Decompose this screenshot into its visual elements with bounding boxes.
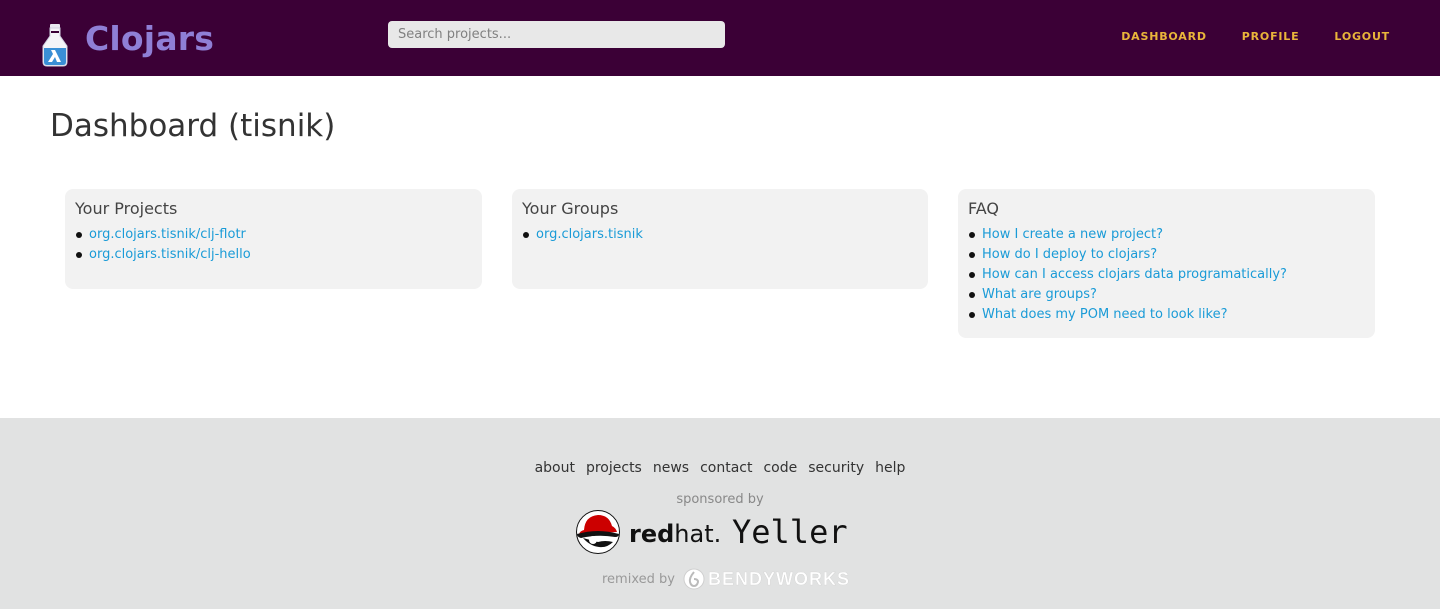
- footer-link-about[interactable]: about: [535, 460, 575, 476]
- clojars-flask-icon: [42, 24, 68, 67]
- panel-heading-projects: Your Projects: [75, 199, 178, 218]
- group-link[interactable]: org.clojars.tisnik: [536, 225, 643, 245]
- panel-heading-faq: FAQ: [968, 199, 999, 218]
- search-input[interactable]: [388, 21, 725, 48]
- list-item: org.clojars.tisnik/clj-flotr: [75, 225, 472, 245]
- main-nav: DASHBOARD PROFILE LOGOUT: [1121, 30, 1390, 43]
- remixed-by-label: remixed by: [602, 571, 675, 587]
- panel-heading-groups: Your Groups: [522, 199, 619, 218]
- redhat-wordmark-regular: hat.: [674, 520, 722, 548]
- page-title: Dashboard (tisnik): [50, 108, 336, 144]
- redhat-wordmark[interactable]: redhat.: [629, 520, 721, 548]
- sponsored-by-label: sponsored by: [676, 492, 764, 507]
- nav-logout-link[interactable]: LOGOUT: [1334, 30, 1390, 43]
- list-item: What does my POM need to look like?: [968, 305, 1365, 325]
- projects-list: org.clojars.tisnik/clj-flotr org.clojars…: [75, 225, 472, 265]
- bendyworks-wordmark: BENDYWORKS: [707, 568, 850, 589]
- home-logo-link[interactable]: Clojars: [40, 19, 214, 68]
- list-item: What are groups?: [968, 285, 1365, 305]
- list-item: org.clojars.tisnik: [522, 225, 918, 245]
- redhat-shadowman-icon[interactable]: [575, 510, 621, 554]
- project-link[interactable]: org.clojars.tisnik/clj-flotr: [89, 225, 246, 245]
- bendyworks-logo-link[interactable]: BENDYWORKS: [683, 568, 850, 590]
- bullet-icon: [523, 232, 529, 238]
- redhat-wordmark-bold: red: [629, 520, 675, 548]
- footer-link-projects[interactable]: projects: [586, 460, 642, 476]
- faq-link[interactable]: How I create a new project?: [982, 225, 1163, 245]
- list-item: How I create a new project?: [968, 225, 1365, 245]
- brand-name[interactable]: Clojars: [85, 19, 214, 58]
- footer-link-contact[interactable]: contact: [700, 460, 752, 476]
- sponsor-logos: redhat. Yeller: [575, 510, 865, 556]
- footer-link-news[interactable]: news: [653, 460, 689, 476]
- your-groups-panel: Your Groups org.clojars.tisnik: [512, 189, 928, 289]
- nav-profile-link[interactable]: PROFILE: [1242, 30, 1300, 43]
- bullet-icon: [969, 252, 975, 258]
- page-footer: about projects news contact code securit…: [0, 418, 1440, 609]
- bullet-icon: [76, 232, 82, 238]
- nav-dashboard-link[interactable]: DASHBOARD: [1121, 30, 1207, 43]
- faq-link[interactable]: What does my POM need to look like?: [982, 305, 1227, 325]
- remixed-by: remixed by BENDYWORKS: [602, 568, 850, 590]
- list-item: How do I deploy to clojars?: [968, 245, 1365, 265]
- bendyworks-drop-icon: [683, 568, 705, 590]
- top-navbar: Clojars DASHBOARD PROFILE LOGOUT: [0, 0, 1440, 76]
- faq-link[interactable]: What are groups?: [982, 285, 1097, 305]
- list-item: How can I access clojars data programati…: [968, 265, 1365, 285]
- faq-link[interactable]: How can I access clojars data programati…: [982, 265, 1287, 285]
- bullet-icon: [969, 312, 975, 318]
- bullet-icon: [969, 272, 975, 278]
- project-link[interactable]: org.clojars.tisnik/clj-hello: [89, 245, 251, 265]
- faq-panel: FAQ How I create a new project? How do I…: [958, 189, 1375, 338]
- footer-link-code[interactable]: code: [763, 460, 797, 476]
- groups-list: org.clojars.tisnik: [522, 225, 918, 245]
- faq-list: How I create a new project? How do I dep…: [968, 225, 1365, 325]
- list-item: org.clojars.tisnik/clj-hello: [75, 245, 472, 265]
- footer-links: about projects news contact code securit…: [0, 460, 1440, 476]
- bullet-icon: [969, 232, 975, 238]
- footer-link-security[interactable]: security: [808, 460, 864, 476]
- bullet-icon: [969, 292, 975, 298]
- faq-link[interactable]: How do I deploy to clojars?: [982, 245, 1157, 265]
- bullet-icon: [76, 252, 82, 258]
- yeller-wordmark[interactable]: Yeller: [732, 513, 848, 551]
- your-projects-panel: Your Projects org.clojars.tisnik/clj-flo…: [65, 189, 482, 289]
- footer-link-help[interactable]: help: [875, 460, 905, 476]
